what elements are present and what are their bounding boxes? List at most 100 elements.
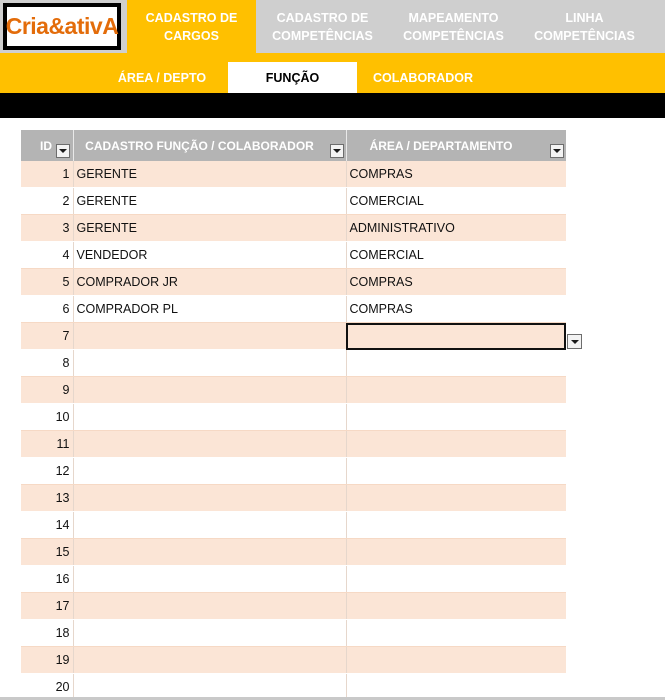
tab-linha-competencias[interactable]: LINHA COMPETÊNCIAS (520, 0, 649, 53)
header-funcao-label: CADASTRO FUNÇÃO / COLABORADOR (85, 138, 314, 153)
cell-id[interactable]: 5 (21, 268, 74, 296)
cell-funcao[interactable] (73, 403, 347, 431)
cell-funcao[interactable] (73, 511, 347, 539)
sub-navigation: ÁREA / DEPTO FUNÇÃO COLABORADOR (0, 53, 665, 93)
cell-funcao[interactable] (73, 322, 347, 350)
table-row: 1 GERENTE COMPRAS (21, 161, 566, 188)
subtab-colaborador[interactable]: COLABORADOR (363, 62, 483, 93)
table-row: 5 COMPRADOR JR COMPRAS (21, 268, 566, 296)
cell-area[interactable] (346, 484, 566, 512)
tab-label-line1: CADASTRO DE (276, 10, 369, 25)
cell-funcao[interactable]: VENDEDOR (73, 241, 347, 269)
cell-area[interactable] (346, 511, 566, 539)
table-row: 7 (21, 322, 566, 350)
cell-funcao[interactable] (73, 619, 347, 647)
filter-dropdown-icon[interactable] (549, 144, 564, 158)
cell-id[interactable]: 18 (21, 619, 74, 647)
cell-funcao[interactable] (73, 430, 347, 458)
cell-area[interactable]: ADMINISTRATIVO (346, 214, 566, 242)
tab-label-line2: COMPETÊNCIAS (272, 28, 373, 43)
table-row: 17 (21, 592, 566, 620)
table-row: 14 (21, 511, 566, 539)
table-row: 4 VENDEDOR COMERCIAL (21, 241, 566, 269)
cell-id[interactable]: 14 (21, 511, 74, 539)
tab-label-line1: MAPEAMENTO (408, 10, 499, 25)
cell-area[interactable] (346, 376, 566, 404)
cell-funcao[interactable] (73, 592, 347, 620)
cell-funcao[interactable] (73, 457, 347, 485)
tab-cadastro-competencias[interactable]: CADASTRO DE COMPETÊNCIAS (258, 0, 387, 53)
cell-area-selected[interactable] (346, 322, 566, 350)
cell-funcao[interactable]: GERENTE (73, 187, 347, 215)
cell-id[interactable]: 13 (21, 484, 74, 512)
cell-area[interactable] (346, 457, 566, 485)
header-id: ID (21, 130, 74, 161)
table-row: 3 GERENTE ADMINISTRATIVO (21, 214, 566, 242)
logo: Cria&ativA (3, 3, 121, 50)
table-row: 6 COMPRADOR PL COMPRAS (21, 295, 566, 323)
cell-area[interactable] (346, 646, 566, 674)
cell-area[interactable]: COMPRAS (346, 295, 566, 323)
cell-id[interactable]: 3 (21, 214, 74, 242)
table-row: 15 (21, 538, 566, 566)
cell-id[interactable]: 15 (21, 538, 74, 566)
cell-funcao[interactable]: GERENTE (73, 161, 347, 188)
cell-area[interactable]: COMPRAS (346, 161, 566, 188)
header-area: ÁREA / DEPARTAMENTO (346, 130, 566, 161)
cell-funcao[interactable] (73, 484, 347, 512)
filter-dropdown-icon[interactable] (56, 144, 70, 158)
cell-area[interactable] (346, 403, 566, 431)
cell-id[interactable]: 19 (21, 646, 74, 674)
cell-id[interactable]: 16 (21, 565, 74, 593)
cell-area[interactable] (346, 349, 566, 377)
cell-funcao[interactable]: COMPRADOR PL (73, 295, 347, 323)
header-funcao: CADASTRO FUNÇÃO / COLABORADOR (73, 130, 347, 161)
cell-funcao[interactable] (73, 349, 347, 377)
cell-funcao[interactable]: COMPRADOR JR (73, 268, 347, 296)
black-divider-band (0, 93, 665, 118)
tab-label-line2: COMPETÊNCIAS (403, 28, 504, 43)
cell-id[interactable]: 8 (21, 349, 74, 377)
tab-label-line2: COMPETÊNCIAS (534, 28, 635, 43)
cell-area[interactable] (346, 592, 566, 620)
table-row: 12 (21, 457, 566, 485)
cell-id[interactable]: 4 (21, 241, 74, 269)
tab-cadastro-cargos[interactable]: CADASTRO DE CARGOS (127, 0, 256, 53)
cell-area[interactable]: COMPRAS (346, 268, 566, 296)
cell-id[interactable]: 17 (21, 592, 74, 620)
cell-funcao[interactable]: GERENTE (73, 214, 347, 242)
cell-id[interactable]: 10 (21, 403, 74, 431)
table-row: 13 (21, 484, 566, 512)
cell-funcao[interactable] (73, 376, 347, 404)
cell-id[interactable]: 11 (21, 430, 74, 458)
cell-area[interactable]: COMERCIAL (346, 187, 566, 215)
cell-id[interactable]: 9 (21, 376, 74, 404)
cell-id[interactable]: 6 (21, 295, 74, 323)
table-row: 2 GERENTE COMERCIAL (21, 187, 566, 215)
cell-area[interactable] (346, 538, 566, 566)
cell-area[interactable] (346, 430, 566, 458)
cell-area[interactable] (346, 565, 566, 593)
cell-area[interactable] (346, 619, 566, 647)
cell-id[interactable]: 7 (21, 322, 74, 350)
tab-label-line1: CADASTRO DE (145, 10, 238, 25)
subtab-funcao[interactable]: FUNÇÃO (228, 62, 357, 93)
cell-id[interactable]: 2 (21, 187, 74, 215)
table-row: 16 (21, 565, 566, 593)
table-row: 11 (21, 430, 566, 458)
cell-dropdown-icon[interactable] (567, 334, 582, 349)
filter-dropdown-icon[interactable] (329, 144, 344, 158)
tab-label-line2: CARGOS (164, 28, 219, 43)
table-row: 10 (21, 403, 566, 431)
logo-text: Cria&ativA (6, 7, 119, 46)
subtab-area-depto[interactable]: ÁREA / DEPTO (104, 62, 220, 93)
table-header-row: ID CADASTRO FUNÇÃO / COLABORADOR ÁREA / … (21, 130, 566, 161)
cell-id[interactable]: 12 (21, 457, 74, 485)
cell-funcao[interactable] (73, 538, 347, 566)
cell-funcao[interactable] (73, 646, 347, 674)
tab-mapeamento-competencias[interactable]: MAPEAMENTO COMPETÊNCIAS (389, 0, 518, 53)
cell-funcao[interactable] (73, 565, 347, 593)
cell-area[interactable]: COMERCIAL (346, 241, 566, 269)
cell-id[interactable]: 1 (21, 161, 74, 188)
funcao-table: ID CADASTRO FUNÇÃO / COLABORADOR ÁREA / … (21, 130, 566, 700)
